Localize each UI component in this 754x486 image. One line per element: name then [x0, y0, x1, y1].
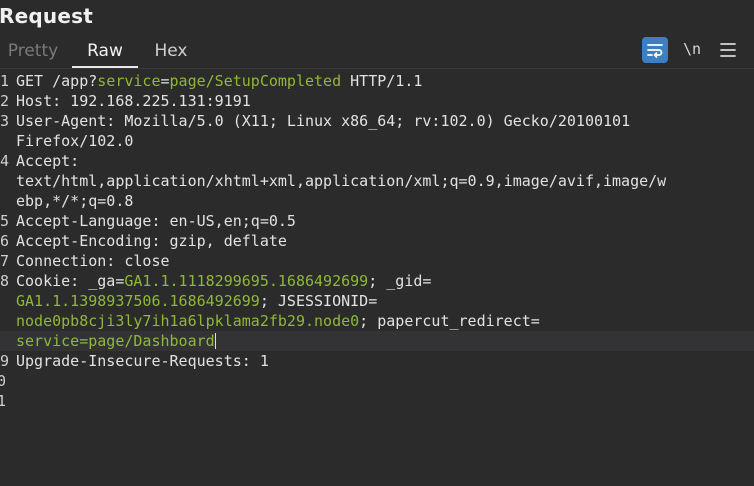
header-value: 1 [250, 352, 269, 370]
header-value: text/html,application/xhtml+xml,applicat… [16, 172, 667, 190]
header-accept-cont: ebp,*/*;q=0.8 [16, 191, 754, 211]
panel-title: Request [0, 4, 93, 28]
cookie-equals: = [422, 272, 432, 290]
line-number: 1 [0, 392, 7, 410]
tab-hex[interactable]: Hex [140, 36, 202, 68]
header-user-agent: User-Agent: Mozilla/5.0 (X11; Linux x86_… [16, 111, 754, 131]
header-name: Host: [16, 92, 62, 110]
line-number: 8 [0, 272, 10, 290]
method-path: GET /app? [16, 72, 98, 90]
cookie-value: GA1.1.1118299695.1686492699 [124, 272, 369, 290]
header-name: Upgrade-Insecure-Requests: [16, 352, 251, 370]
header-value: close [115, 252, 170, 270]
line-number: 9 [0, 352, 10, 370]
header-name: User-Agent: [16, 112, 116, 130]
line-number [0, 171, 12, 191]
header-value: Mozilla/5.0 (X11; Linux x86_64; rv:102.0… [115, 112, 631, 130]
line-number: 0 [0, 372, 7, 390]
header-value: ebp,*/*;q=0.8 [16, 192, 134, 210]
header-name: Accept-Language: [16, 212, 161, 230]
text-cursor [214, 333, 216, 349]
line-number: 3 [0, 112, 10, 130]
hamburger-menu-icon [720, 43, 736, 57]
line-number [0, 191, 12, 211]
header-accept: Accept: [16, 151, 754, 171]
header-upgrade-insecure: Upgrade-Insecure-Requests: 1 [16, 351, 754, 371]
line-number [0, 291, 12, 311]
header-name: Cookie: [16, 272, 80, 290]
cookie-value: GA1.1.1398937506.1686492699 [16, 292, 260, 310]
header-cookie-cont: GA1.1.1398937506.1686492699; JSESSIONID= [16, 291, 754, 311]
line-number: 2 [0, 92, 10, 110]
header-name: Connection: [16, 252, 116, 270]
cookie-name: JSESSIONID [277, 292, 369, 310]
header-host: Host: 192.168.225.131:9191 [16, 91, 754, 111]
line-number: 1 [0, 72, 10, 90]
cookie-name: _gid [386, 272, 423, 290]
tab-raw[interactable]: Raw [72, 36, 138, 68]
query-param-name: service [97, 72, 161, 90]
query-equals: = [160, 72, 170, 90]
empty-line [16, 391, 754, 411]
cookie-value: node0pb8cji3ly7ih1a6lpklama2fb29.node0 [16, 312, 360, 330]
line-number-gutter: 1 2 3 4 5 6 7 8 9 0 1 [0, 71, 12, 411]
cookie-equals: = [368, 292, 378, 310]
empty-line [16, 371, 754, 391]
header-name: Accept-Encoding: [16, 232, 161, 250]
protocol: HTTP/1.1 [341, 72, 423, 90]
cookie-separator: ; [359, 312, 378, 330]
cookie-separator: ; [259, 292, 278, 310]
cookie-name: papercut_redirect [377, 312, 531, 330]
line-number: 5 [0, 212, 10, 230]
cookie-value: service=page/Dashboard [16, 332, 215, 350]
header-user-agent-cont: Firefox/102.0 [16, 131, 754, 151]
header-value: 192.168.225.131:9191 [61, 92, 251, 110]
request-line: GET /app?service=page/SetupCompleted HTT… [16, 71, 754, 91]
header-cookie: Cookie: _ga = GA1.1.1118299695.1686492699;… [16, 271, 754, 291]
cookie-separator: ; [368, 272, 387, 290]
header-cookie-cont: node0pb8cji3ly7ih1a6lpklama2fb29.node0; … [16, 311, 754, 331]
header-accept-language: Accept-Language: en-US,en;q=0.5 [16, 211, 754, 231]
menu-button[interactable] [716, 37, 740, 63]
header-cookie-cont-active: service=page/Dashboard [0, 331, 754, 351]
header-value: gzip, deflate [160, 232, 287, 250]
cookie-name: _ga [79, 272, 116, 290]
tab-pretty[interactable]: Pretty [0, 36, 66, 68]
cookie-equals: = [530, 312, 540, 330]
request-text[interactable]: GET /app?service=page/SetupCompleted HTT… [0, 71, 754, 411]
line-number [0, 311, 12, 331]
line-number: 4 [0, 152, 10, 170]
wrap-lines-icon [647, 44, 663, 58]
line-number: 6 [0, 232, 10, 250]
wrap-lines-button[interactable] [642, 37, 668, 63]
header-connection: Connection: close [16, 251, 754, 271]
header-value: Firefox/102.0 [16, 132, 134, 150]
header-accept-encoding: Accept-Encoding: gzip, deflate [16, 231, 754, 251]
header-accept-cont: text/html,application/xhtml+xml,applicat… [16, 171, 754, 191]
line-number: 7 [0, 252, 10, 270]
request-panel: Request Pretty Raw Hex \n 1 2 3 4 5 6 7 … [0, 0, 754, 486]
view-tabs: Pretty Raw Hex [0, 36, 754, 68]
header-value: en-US,en;q=0.5 [160, 212, 296, 230]
query-param-value: page/SetupCompleted [169, 72, 342, 90]
line-number [0, 131, 12, 151]
raw-request-editor[interactable]: 1 2 3 4 5 6 7 8 9 0 1 GET /app?service=p… [0, 68, 754, 486]
header-name: Accept: [16, 152, 80, 170]
show-newlines-button[interactable]: \n [680, 37, 704, 63]
